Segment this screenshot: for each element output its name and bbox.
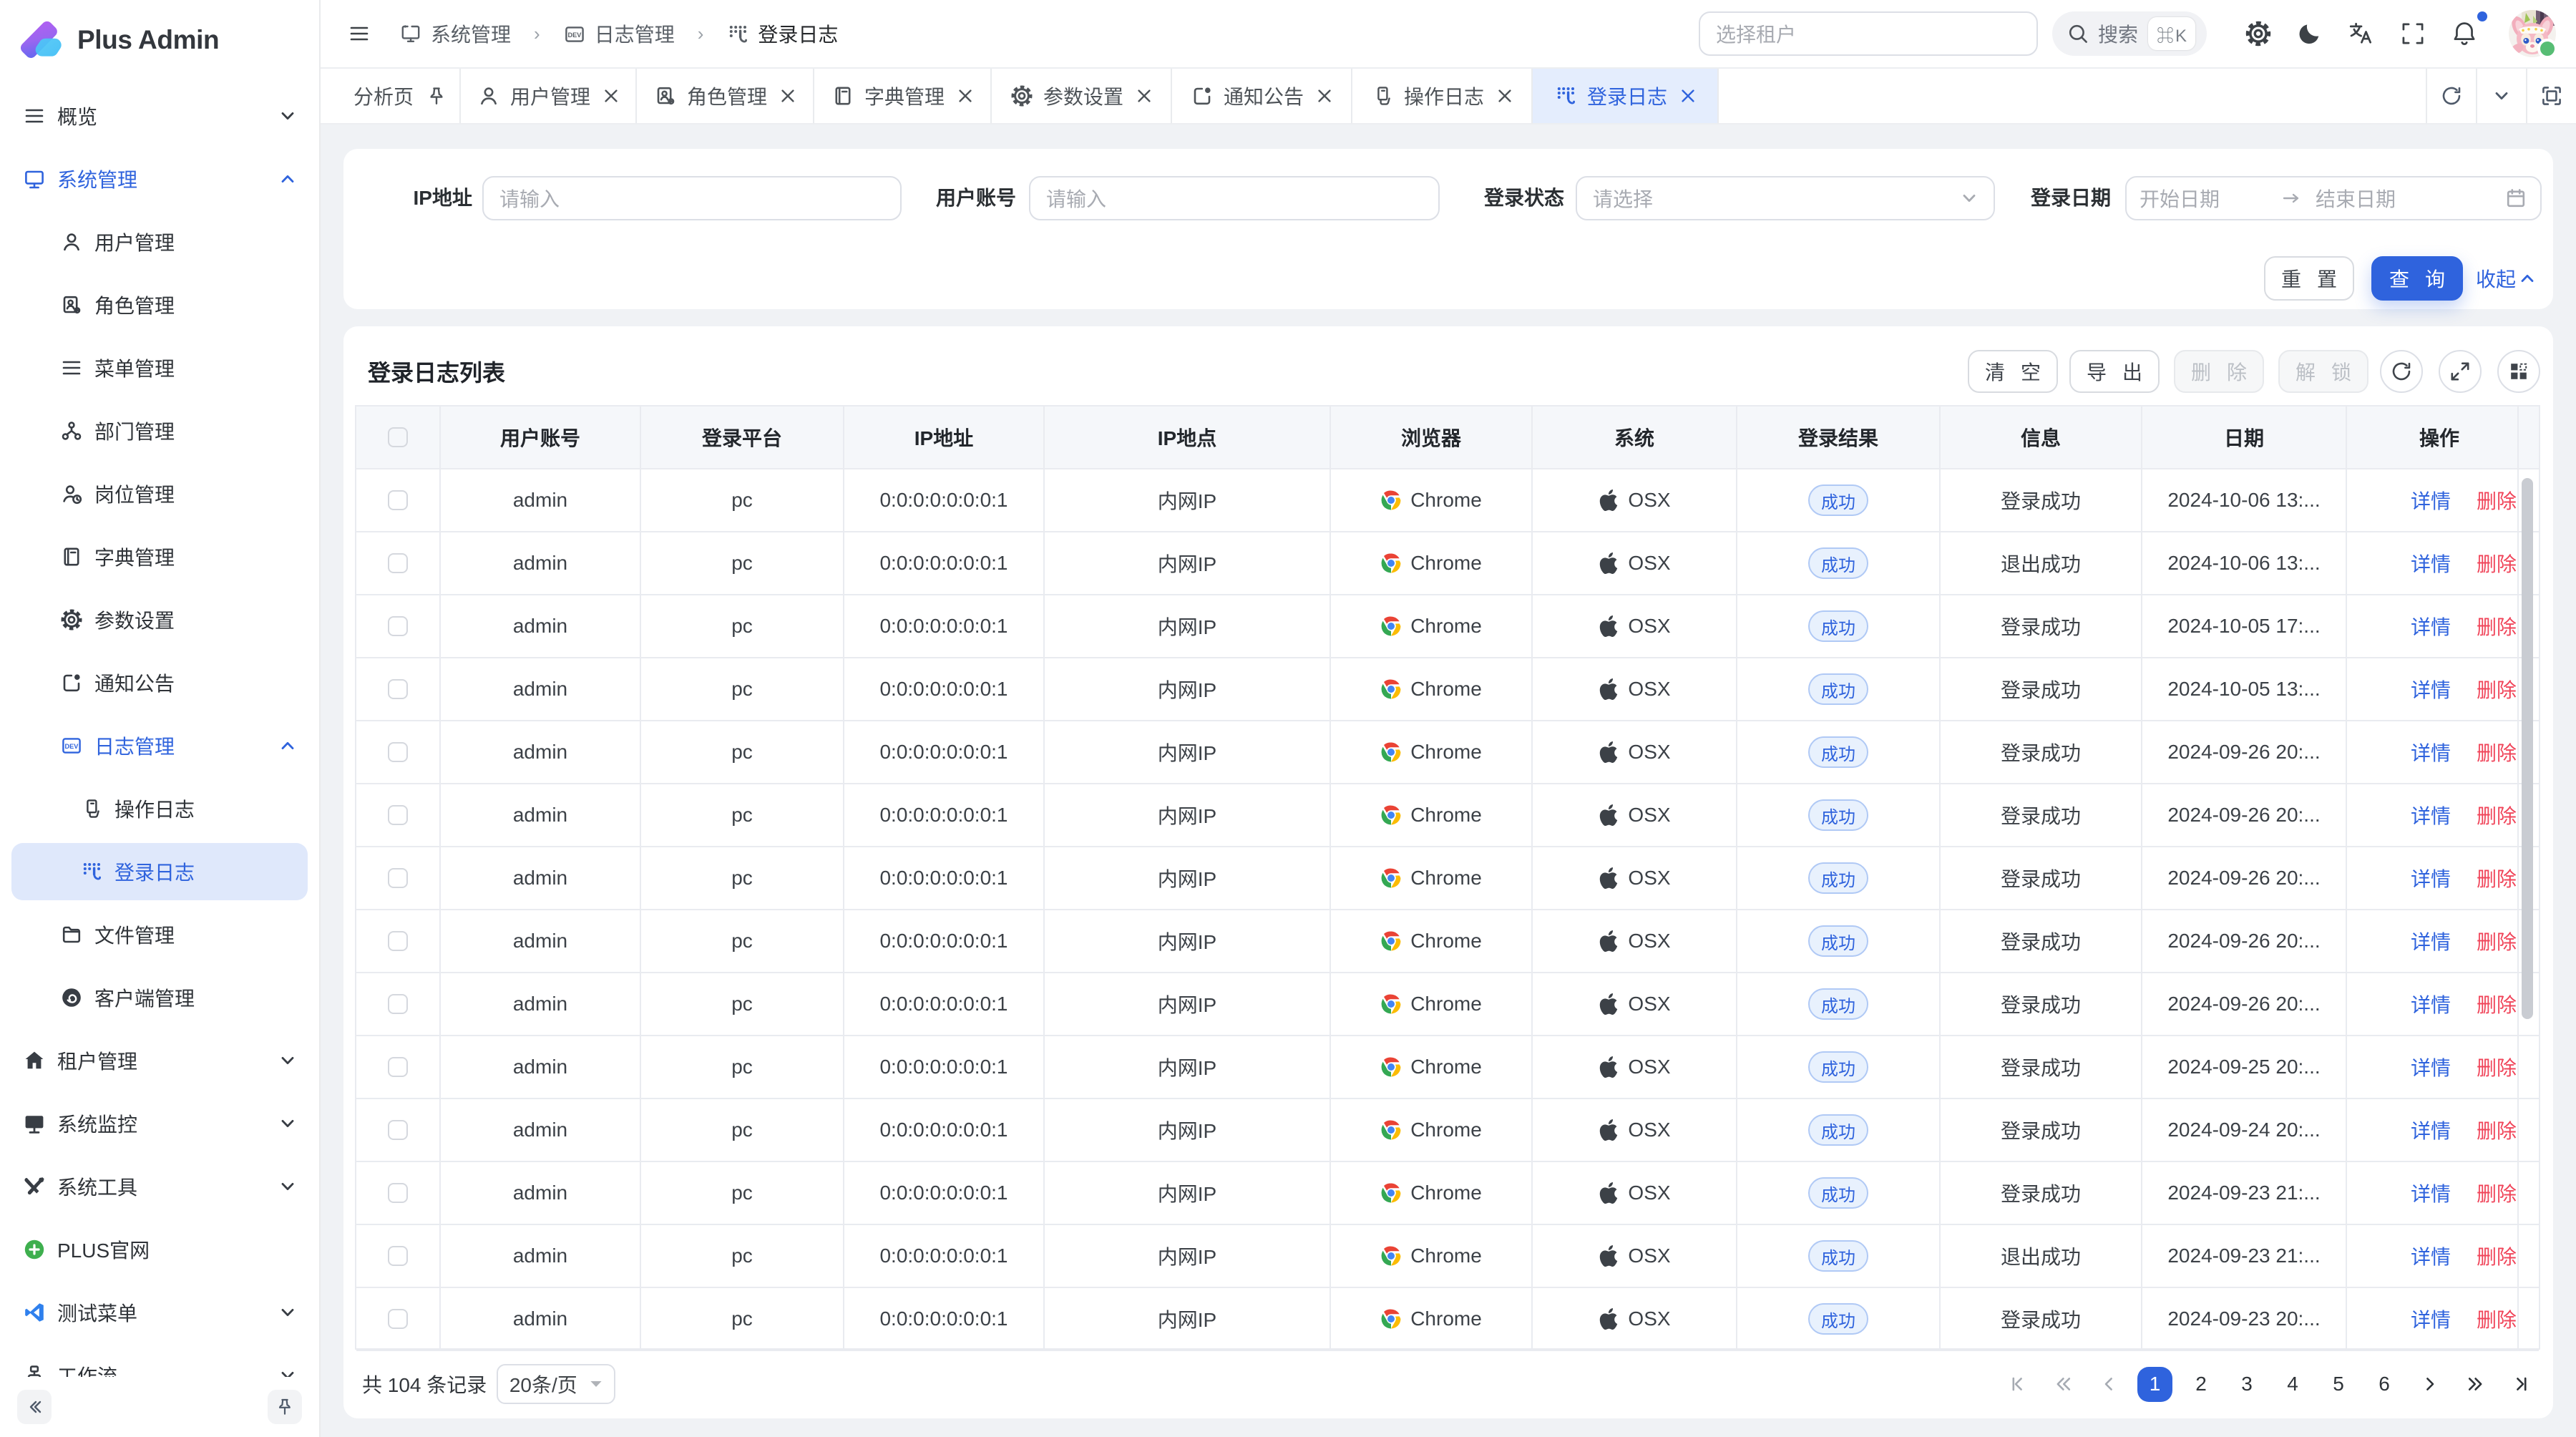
svg-text:DEV: DEV	[65, 743, 79, 750]
svg-text:DEV: DEV	[567, 31, 582, 39]
